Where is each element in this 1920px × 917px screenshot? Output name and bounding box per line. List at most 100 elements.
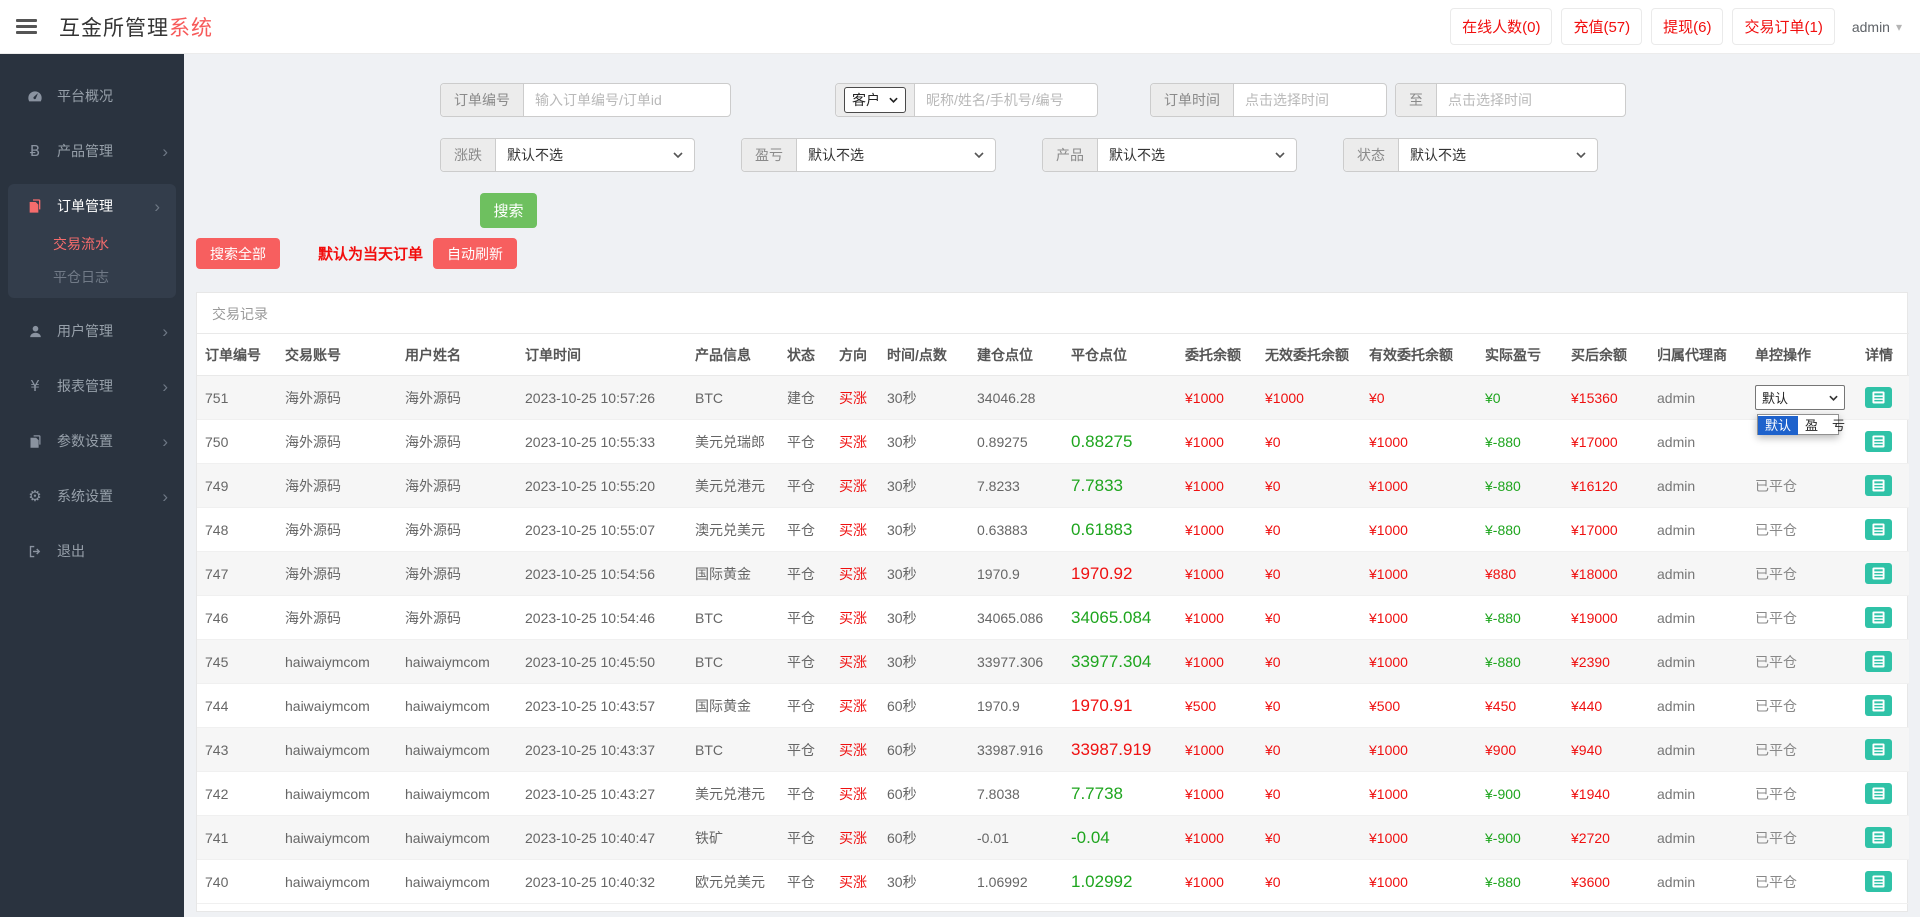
cell-invalid-entrust: ¥0 [1257,552,1361,596]
cell-order-time: 2023-10-25 10:40:32 [517,860,687,904]
sidebar-subitem-平仓日志[interactable]: 平仓日志 [8,261,176,294]
time-from-input[interactable] [1234,84,1386,116]
cell-valid-entrust: ¥1000 [1361,552,1477,596]
cell-invalid-entrust: ¥0 [1257,728,1361,772]
cell-direction: 买涨 [831,464,879,508]
cell-open-point: 34065.086 [969,596,1063,640]
withdraw-badge[interactable]: 提现(6) [1651,8,1723,45]
main-content: 订单编号 客户 订单时间 至 涨跌 默认不选 [184,54,1920,917]
table-row: 743haiwaiymcomhaiwaiymcom2023-10-25 10:4… [197,728,1909,772]
column-header: 订单时间 [517,334,687,376]
column-header: 实际盈亏 [1477,334,1563,376]
detail-button[interactable] [1865,431,1892,452]
detail-button[interactable] [1865,475,1892,496]
cell-order-id: 745 [197,640,277,684]
table-row: 749海外源码海外源码2023-10-25 10:55:20美元兑港元平仓买涨3… [197,464,1909,508]
updown-value: 默认不选 [507,145,563,165]
status-value: 默认不选 [1410,145,1466,165]
cell-product: BTC [687,376,779,420]
user-menu[interactable]: admin ▾ [1852,19,1902,35]
sidebar-item-用户管理[interactable]: 用户管理› [0,309,184,353]
detail-button[interactable] [1865,695,1892,716]
sidebar-item-报表管理[interactable]: ¥报表管理› [0,364,184,408]
sidebar-item-产品管理[interactable]: Ƀ产品管理› [0,129,184,173]
detail-button[interactable] [1865,871,1892,892]
cell-direction: 买涨 [831,860,879,904]
auto-refresh-button[interactable]: 自动刷新 [433,238,517,269]
cell-invalid-entrust: ¥0 [1257,684,1361,728]
cell-entrust: ¥500 [1177,684,1257,728]
detail-button[interactable] [1865,607,1892,628]
detail-button[interactable] [1865,651,1892,672]
cell-agent: admin [1649,376,1747,420]
bitcoin-icon: Ƀ [26,144,44,159]
sidebar-subitem-交易流水[interactable]: 交易流水 [8,228,176,261]
sidebar-item-label: 系统设置 [57,486,113,506]
cell-detail [1857,420,1909,464]
cell-product: BTC [687,640,779,684]
control-select[interactable]: 默认 [1755,385,1845,410]
cell-entrust: ¥1000 [1177,596,1257,640]
cell-order-time: 2023-10-25 10:54:56 [517,552,687,596]
detail-button[interactable] [1865,563,1892,584]
cell-order-time: 2023-10-25 10:43:57 [517,684,687,728]
search-button[interactable]: 搜索 [480,193,537,228]
updown-select[interactable]: 默认不选 [496,139,694,171]
status-select[interactable]: 默认不选 [1399,139,1597,171]
cell-close-point: 0.88275 [1063,420,1177,464]
cell-order-time: 2023-10-25 10:45:50 [517,640,687,684]
control-dropdown-option[interactable]: 亏 [1825,416,1852,435]
detail-list-icon [1872,831,1885,844]
order-no-input[interactable] [524,84,730,116]
params-icon [26,434,44,449]
trade-orders-badge[interactable]: 交易订单(1) [1732,8,1834,45]
cell-account: haiwaiymcom [277,684,397,728]
control-dropdown-option[interactable]: 盈 [1798,416,1825,435]
cell-status: 平仓 [779,508,831,552]
status-label: 状态 [1344,139,1399,171]
detail-button[interactable] [1865,739,1892,760]
yen-icon: ¥ [26,379,44,394]
column-header: 建仓点位 [969,334,1063,376]
detail-button[interactable] [1865,387,1892,408]
customer-type-select[interactable]: 客户 [844,87,906,113]
sidebar-item-退出[interactable]: 退出 [0,529,184,573]
pl-select[interactable]: 默认不选 [797,139,995,171]
sidebar-item-参数设置[interactable]: 参数设置› [0,419,184,463]
cell-invalid-entrust: ¥0 [1257,508,1361,552]
cell-entrust: ¥1000 [1177,552,1257,596]
sidebar-item-平台概况[interactable]: 平台概况 [0,74,184,118]
cell-order-id: 742 [197,772,277,816]
cell-agent: admin [1649,464,1747,508]
cell-pnl: ¥450 [1477,684,1563,728]
customer-filter: 客户 [835,83,1098,117]
control-dropdown-option[interactable]: 默认 [1758,416,1798,435]
cell-direction: 买涨 [831,772,879,816]
table-row: 748海外源码海外源码2023-10-25 10:55:07澳元兑美元平仓买涨3… [197,508,1909,552]
sidebar-item-label: 平台概况 [57,86,113,106]
customer-search-input[interactable] [915,84,1097,116]
detail-button[interactable] [1865,519,1892,540]
product-select[interactable]: 默认不选 [1098,139,1296,171]
cell-balance-after: ¥440 [1563,684,1649,728]
detail-button[interactable] [1865,827,1892,848]
sidebar-item-系统设置[interactable]: ⚙系统设置› [0,474,184,518]
cell-direction: 买涨 [831,508,879,552]
detail-list-icon [1872,479,1885,492]
detail-button[interactable] [1865,783,1892,804]
username: admin [1852,19,1890,35]
action-buttons-row: 搜索全部 默认为当天订单 自动刷新 [196,238,1908,269]
cell-order-time: 2023-10-25 10:55:07 [517,508,687,552]
cell-detail [1857,552,1909,596]
search-all-button[interactable]: 搜索全部 [196,238,280,269]
time-to-input[interactable] [1437,84,1625,116]
hamburger-menu-icon[interactable] [16,19,37,34]
recharge-badge[interactable]: 充值(57) [1561,8,1642,45]
cell-open-point: -0.01 [969,816,1063,860]
cell-account: haiwaiymcom [277,772,397,816]
online-count-badge[interactable]: 在线人数(0) [1450,8,1552,45]
cell-account: haiwaiymcom [277,816,397,860]
sidebar-item-订单管理[interactable]: 订单管理› [8,184,176,228]
cell-open-point: 7.8233 [969,464,1063,508]
chevron-down-icon [1829,395,1838,401]
